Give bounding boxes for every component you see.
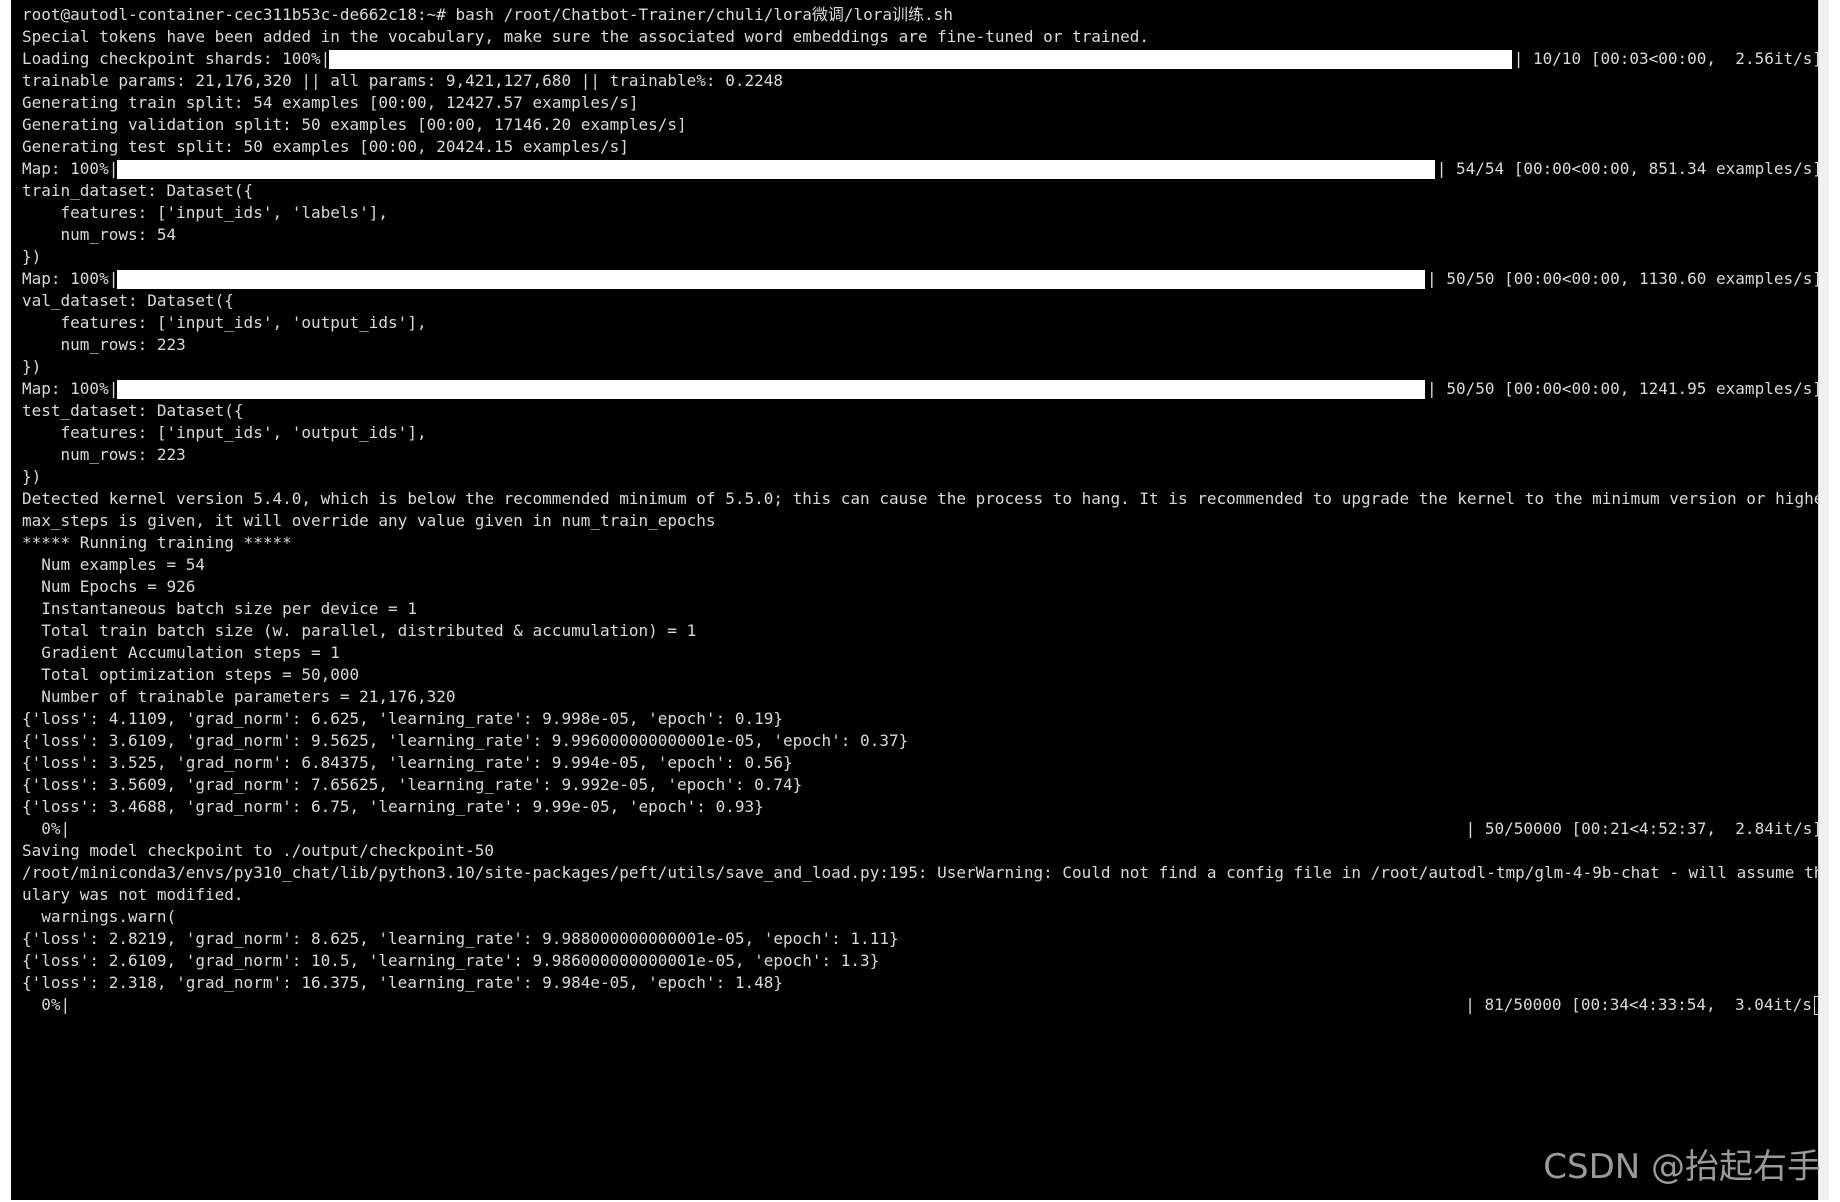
terminal-line: num_rows: 223 bbox=[22, 445, 186, 464]
terminal-window[interactable]: root@autodl-container-cec311b53c-de662c1… bbox=[11, 0, 1829, 1200]
progress-line: Loading checkpoint shards: 100% | 10/10 [… bbox=[22, 48, 1822, 70]
terminal-line: ***** Running training ***** bbox=[22, 533, 292, 552]
progress-line: Map: 100% | 54/54 [00:00<00:00, 851.34 ex… bbox=[22, 158, 1822, 180]
terminal-line: Generating validation split: 50 examples… bbox=[22, 115, 687, 134]
progress-stats: | 50/50 [00:00<00:00, 1241.95 examples/s… bbox=[1427, 379, 1822, 398]
progress-line: Map: 100% | 50/50 [00:00<00:00, 1241.95 e… bbox=[22, 378, 1822, 400]
terminal-line: max_steps is given, it will override any… bbox=[22, 511, 716, 530]
terminal-output: root@autodl-container-cec311b53c-de662c1… bbox=[22, 4, 1829, 1016]
terminal-line: {'loss': 3.4688, 'grad_norm': 6.75, 'lea… bbox=[22, 797, 764, 816]
terminal-line: Special tokens have been added in the vo… bbox=[22, 27, 1150, 46]
terminal-line: Detected kernel version 5.4.0, which is … bbox=[22, 489, 1829, 508]
terminal-line: features: ['input_ids', 'labels'], bbox=[22, 203, 389, 222]
terminal-line: {'loss': 3.525, 'grad_norm': 6.84375, 'l… bbox=[22, 753, 793, 772]
progress-line: Map: 100% | 50/50 [00:00<00:00, 1130.60 e… bbox=[22, 268, 1822, 290]
terminal-line: /root/miniconda3/envs/py310_chat/lib/pyt… bbox=[22, 863, 1829, 882]
progress-stats: | 81/50000 [00:34<4:33:54, 3.04it/s bbox=[1465, 995, 1812, 1014]
terminal-line: }) bbox=[22, 357, 42, 376]
progress-label: 0% bbox=[22, 819, 61, 838]
terminal-line: }) bbox=[22, 467, 42, 486]
terminal-line: num_rows: 54 bbox=[22, 225, 177, 244]
progress-bar: 0% | 81/50000 [00:34<4:33:54, 3.04it/s | bbox=[22, 994, 1822, 1016]
terminal-line: train_dataset: Dataset({ bbox=[22, 181, 254, 200]
terminal-line: {'loss': 4.1109, 'grad_norm': 6.625, 'le… bbox=[22, 709, 783, 728]
terminal-line: Gradient Accumulation steps = 1 bbox=[22, 643, 340, 662]
progress-label: Map: 100% bbox=[22, 269, 109, 288]
progress-label: Loading checkpoint shards: 100% bbox=[22, 49, 321, 68]
progress-stats: | 54/54 [00:00<00:00, 851.34 examples/s] bbox=[1436, 159, 1822, 178]
terminal-line: features: ['input_ids', 'output_ids'], bbox=[22, 423, 427, 442]
progress-bar: Loading checkpoint shards: 100% | 10/10 [… bbox=[22, 48, 1822, 70]
progress-fill bbox=[117, 270, 1426, 289]
terminal-line: Saving model checkpoint to ./output/chec… bbox=[22, 841, 495, 860]
progress-fill bbox=[329, 50, 1512, 69]
terminal-scrollbar[interactable] bbox=[1818, 0, 1829, 1200]
progress-label: Map: 100% bbox=[22, 159, 109, 178]
progress-left-edge: | bbox=[60, 995, 71, 1014]
terminal-line: {'loss': 2.6109, 'grad_norm': 10.5, 'lea… bbox=[22, 951, 880, 970]
terminal-line: features: ['input_ids', 'output_ids'], bbox=[22, 313, 427, 332]
progress-stats: | 50/50000 [00:21<4:52:37, 2.84it/s] bbox=[1465, 819, 1822, 838]
terminal-line: trainable params: 21,176,320 || all para… bbox=[22, 71, 783, 90]
progress-label: 0% bbox=[22, 995, 61, 1014]
terminal-line: num_rows: 223 bbox=[22, 335, 186, 354]
terminal-line: {'loss': 2.8219, 'grad_norm': 8.625, 'le… bbox=[22, 929, 899, 948]
terminal-line: }) bbox=[22, 247, 42, 266]
terminal-line: warnings.warn( bbox=[22, 907, 177, 926]
progress-label: Map: 100% bbox=[22, 379, 109, 398]
terminal-line: {'loss': 3.6109, 'grad_norm': 9.5625, 'l… bbox=[22, 731, 909, 750]
terminal-line: Generating train split: 54 examples [00:… bbox=[22, 93, 639, 112]
progress-bar: 0% | 50/50000 [00:21<4:52:37, 2.84it/s] | bbox=[22, 818, 1822, 840]
terminal-line: Num examples = 54 bbox=[22, 555, 206, 574]
terminal-line: val_dataset: Dataset({ bbox=[22, 291, 234, 310]
terminal-line: Total optimization steps = 50,000 bbox=[22, 665, 360, 684]
terminal-line: {'loss': 2.318, 'grad_norm': 16.375, 'le… bbox=[22, 973, 783, 992]
progress-fill bbox=[117, 160, 1435, 179]
progress-bar: Map: 100% | 50/50 [00:00<00:00, 1130.60 e… bbox=[22, 268, 1822, 290]
progress-bar: Map: 100% | 50/50 [00:00<00:00, 1241.95 e… bbox=[22, 378, 1822, 400]
terminal-line: {'loss': 3.5609, 'grad_norm': 7.65625, '… bbox=[22, 775, 803, 794]
terminal-line: Number of trainable parameters = 21,176,… bbox=[22, 687, 456, 706]
progress-left-edge: | bbox=[60, 819, 71, 838]
progress-fill bbox=[117, 380, 1426, 399]
terminal-line: Num Epochs = 926 bbox=[22, 577, 196, 596]
csdn-watermark: CSDN @抬起右手 bbox=[1543, 1147, 1821, 1187]
progress-bar: Map: 100% | 54/54 [00:00<00:00, 851.34 ex… bbox=[22, 158, 1822, 180]
terminal-line: Instantaneous batch size per device = 1 bbox=[22, 599, 417, 618]
progress-stats: | 50/50 [00:00<00:00, 1130.60 examples/s… bbox=[1427, 269, 1822, 288]
progress-line: 0% | 81/50000 [00:34<4:33:54, 3.04it/s | bbox=[22, 994, 1822, 1016]
progress-line: 0% | 50/50000 [00:21<4:52:37, 2.84it/s] | bbox=[22, 818, 1822, 840]
terminal-line: ulary was not modified. bbox=[22, 885, 244, 904]
terminal-line: test_dataset: Dataset({ bbox=[22, 401, 244, 420]
terminal-line: Total train batch size (w. parallel, dis… bbox=[22, 621, 697, 640]
progress-stats: | 10/10 [00:03<00:00, 2.56it/s] bbox=[1513, 49, 1822, 68]
terminal-line: root@autodl-container-cec311b53c-de662c1… bbox=[22, 5, 953, 24]
terminal-line: Generating test split: 50 examples [00:0… bbox=[22, 137, 629, 156]
